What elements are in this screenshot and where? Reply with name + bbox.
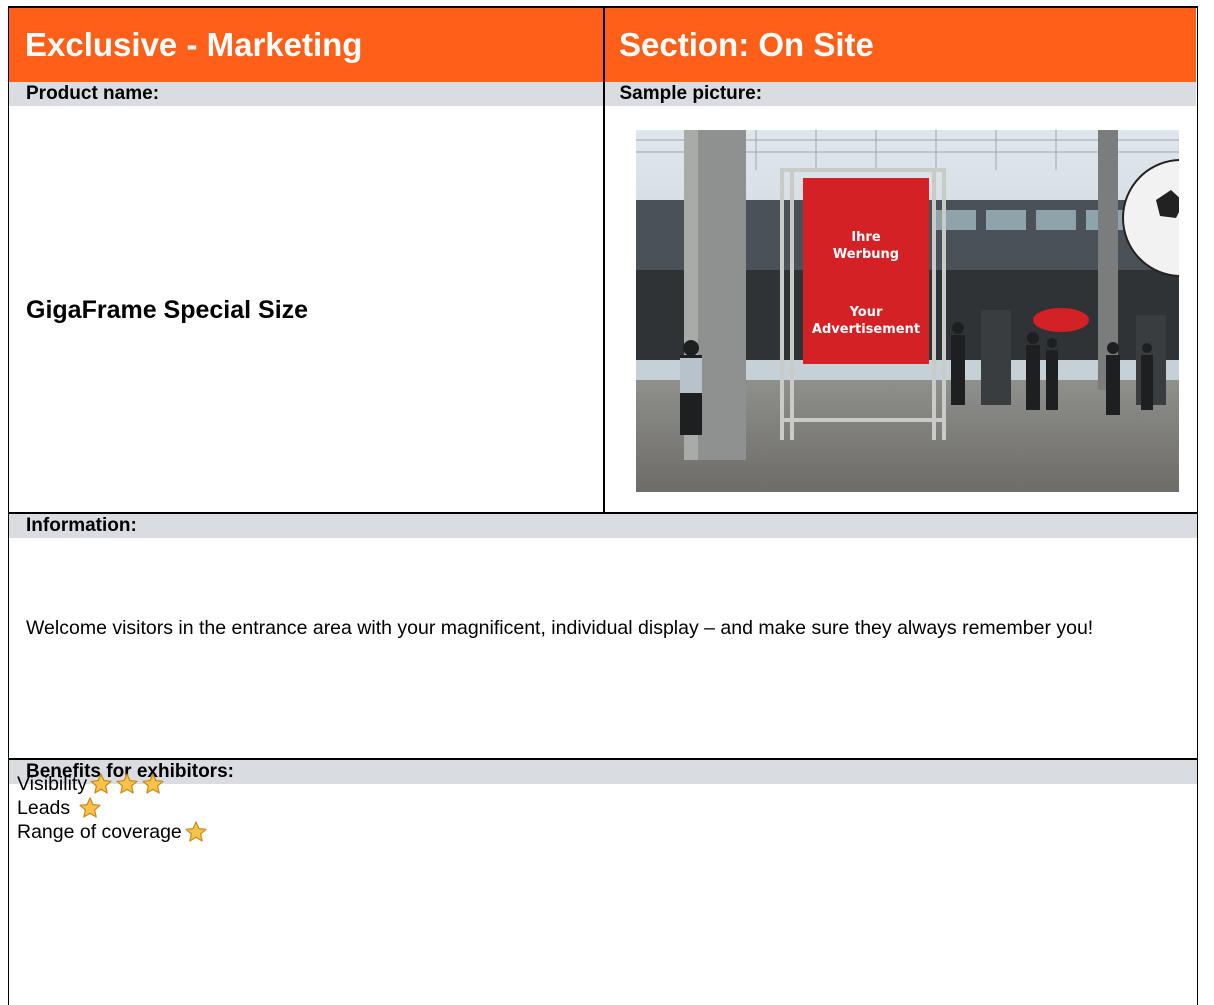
star-rating xyxy=(184,820,210,844)
star-rating xyxy=(78,796,104,820)
benefit-label: Visibility xyxy=(17,773,88,795)
benefit-label: Range of coverage xyxy=(17,821,182,843)
product-name-label: Product name: xyxy=(9,82,603,106)
header-title-right: Section: On Site xyxy=(604,7,1196,82)
sample-photo: Ihre Werbung Your Advertisement xyxy=(636,130,1179,492)
benefit-leads: Leads xyxy=(17,796,210,820)
banner-line: Your xyxy=(849,305,883,320)
sample-picture-label: Sample picture: xyxy=(604,82,1196,106)
star-icon xyxy=(184,820,208,844)
banner-line: Advertisement xyxy=(812,322,920,337)
star-icon xyxy=(141,772,165,796)
banner-line: Werbung xyxy=(833,247,899,262)
information-text: Welcome visitors in the entrance area wi… xyxy=(26,617,1094,639)
star-rating xyxy=(89,772,167,796)
star-icon xyxy=(78,796,102,820)
benefit-visibility: Visibility xyxy=(17,772,210,796)
banner-line: Ihre xyxy=(851,230,881,245)
product-name: GigaFrame Special Size xyxy=(26,296,309,324)
sample-photo-illustration: Ihre Werbung Your Advertisement xyxy=(636,130,1179,492)
benefits-list: Visibility Leads Range of coverage xyxy=(17,772,210,844)
star-icon xyxy=(115,772,139,796)
benefit-label: Leads xyxy=(17,797,71,819)
star-icon xyxy=(89,772,113,796)
benefit-range-of-coverage: Range of coverage xyxy=(17,820,210,844)
header-title-left: Exclusive - Marketing xyxy=(9,7,603,82)
information-label: Information: xyxy=(9,514,1197,538)
